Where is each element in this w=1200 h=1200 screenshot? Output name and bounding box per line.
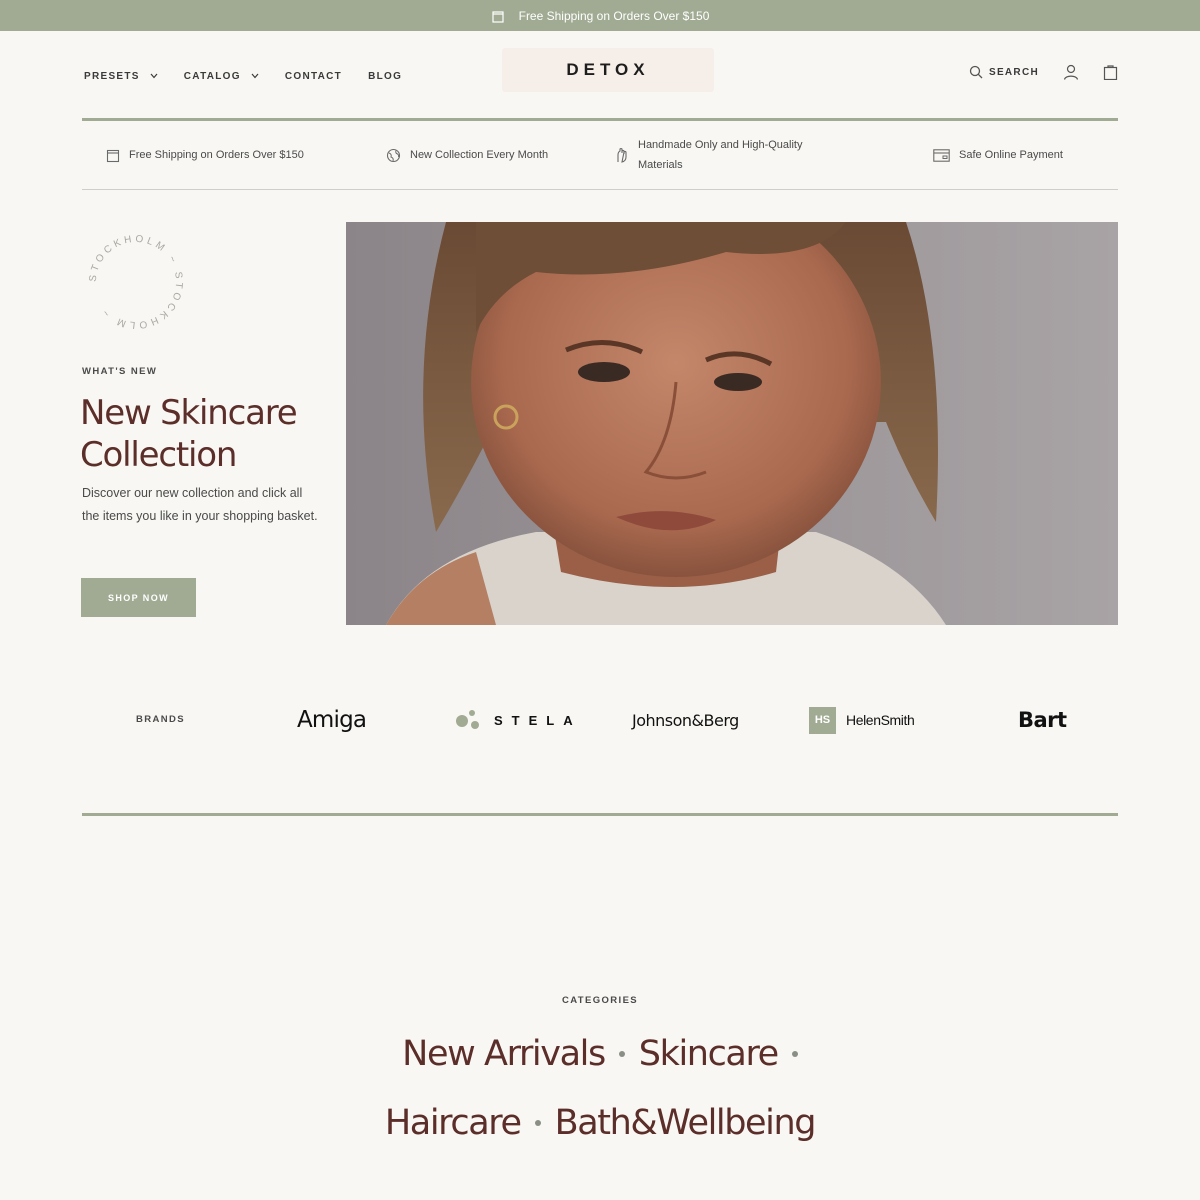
divider bbox=[82, 189, 1118, 190]
categories-row: Haircare Bath&Wellbeing bbox=[0, 1099, 1200, 1147]
search-label: SEARCH bbox=[988, 66, 1039, 78]
hero-subtitle: WHAT'S NEW bbox=[82, 366, 158, 377]
announcement-text: Free Shipping on Orders Over $150 bbox=[518, 8, 710, 23]
globe-icon bbox=[386, 148, 401, 163]
hand-icon bbox=[615, 147, 629, 163]
category-haircare[interactable]: Haircare bbox=[385, 1103, 522, 1143]
feature-text: Handmade Only and High-Quality Materials bbox=[638, 139, 803, 171]
card-icon bbox=[933, 148, 950, 162]
brands-label: BRANDS bbox=[136, 714, 186, 725]
stockholm-badge: STOCKHOLM ~ STOCKHOLM ~ bbox=[84, 230, 188, 334]
brand-label: STELA bbox=[494, 712, 582, 728]
feature-collection: New Collection Every Month bbox=[386, 121, 548, 189]
brand-label: HelenSmith bbox=[846, 712, 915, 728]
chevron-down-icon bbox=[251, 71, 259, 82]
nav-item-blog[interactable]: BLOG bbox=[368, 71, 402, 82]
brands-row: BRANDS Amiga STELA Johnson&Berg HS Helen… bbox=[82, 700, 1118, 740]
nav-item-label: PRESETS bbox=[84, 70, 140, 82]
search-button[interactable]: SEARCH bbox=[969, 65, 1039, 79]
feature-text: New Collection Every Month bbox=[410, 149, 549, 161]
features-strip: Free Shipping on Orders Over $150 New Co… bbox=[82, 121, 1118, 189]
nav-actions: SEARCH bbox=[969, 64, 1118, 80]
shop-now-button[interactable]: SHOP NOW bbox=[81, 578, 196, 617]
divider bbox=[82, 813, 1118, 816]
feature-shipping: Free Shipping on Orders Over $150 bbox=[106, 121, 304, 189]
brand-helensmith[interactable]: HS HelenSmith bbox=[809, 700, 915, 740]
category-new-arrivals[interactable]: New Arrivals bbox=[402, 1034, 606, 1074]
stela-logo-icon bbox=[454, 708, 482, 733]
bag-icon bbox=[106, 148, 120, 163]
feature-text: Free Shipping on Orders Over $150 bbox=[129, 149, 304, 161]
announcement-bar: Free Shipping on Orders Over $150 bbox=[0, 0, 1200, 31]
feature-payment: Safe Online Payment bbox=[933, 121, 1063, 189]
nav-item-label: BLOG bbox=[368, 70, 403, 82]
search-icon bbox=[969, 65, 983, 79]
nav-item-catalog[interactable]: CATALOG bbox=[184, 71, 259, 82]
categories-label: CATEGORIES bbox=[561, 995, 639, 1006]
separator-dot bbox=[534, 1120, 541, 1126]
badge-text: STOCKHOLM ~ STOCKHOLM ~ bbox=[88, 234, 181, 331]
site-logo[interactable]: DETOX bbox=[502, 48, 714, 92]
separator-dot bbox=[791, 1051, 798, 1057]
account-icon[interactable] bbox=[1063, 64, 1079, 80]
category-skincare[interactable]: Skincare bbox=[639, 1034, 779, 1074]
brand-amiga[interactable]: Amiga bbox=[297, 700, 367, 740]
brand-johnson-berg[interactable]: Johnson&Berg bbox=[632, 700, 739, 740]
brand-stela[interactable]: STELA bbox=[454, 700, 582, 740]
categories-row: New Arrivals Skincare bbox=[0, 1030, 1200, 1078]
nav-item-contact[interactable]: CONTACT bbox=[285, 71, 342, 82]
category-bath-wellbeing[interactable]: Bath&Wellbeing bbox=[555, 1103, 817, 1143]
svg-text:STOCKHOLM ~ STOCKHOLM ~: STOCKHOLM ~ STOCKHOLM ~ bbox=[88, 234, 185, 331]
main-navigation: PRESETS CATALOG CONTACT BLOG DETOX SEARC… bbox=[82, 48, 1118, 104]
helensmith-logo-icon: HS bbox=[809, 706, 836, 734]
hero-image bbox=[346, 222, 1118, 625]
brand-bart[interactable]: Bart bbox=[1018, 700, 1067, 740]
nav-item-presets[interactable]: PRESETS bbox=[84, 71, 158, 82]
feature-text: Safe Online Payment bbox=[959, 149, 1063, 161]
feature-handmade: Handmade Only and High-Quality Materials bbox=[615, 121, 835, 189]
separator-dot bbox=[618, 1051, 625, 1057]
nav-menu: PRESETS CATALOG CONTACT BLOG bbox=[82, 71, 402, 82]
nav-item-label: CONTACT bbox=[284, 70, 343, 82]
cart-icon[interactable] bbox=[1103, 64, 1118, 80]
chevron-down-icon bbox=[150, 71, 158, 82]
bag-icon bbox=[491, 9, 505, 23]
hero-description: Discover our new collection and click al… bbox=[82, 486, 318, 523]
nav-item-label: CATALOG bbox=[183, 70, 241, 82]
hero-title: New Skincare Collection bbox=[80, 393, 298, 475]
